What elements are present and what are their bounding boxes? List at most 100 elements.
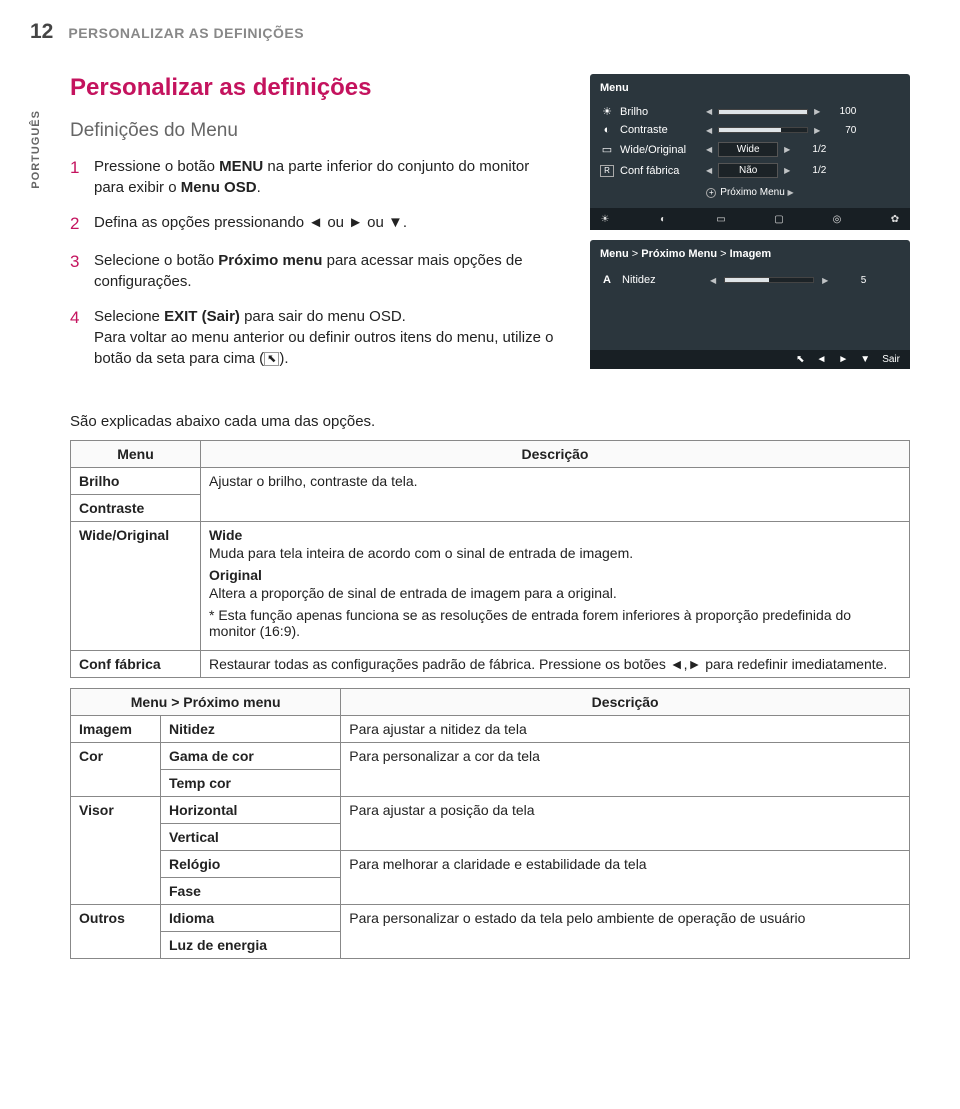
menu-button-label: MENU [219, 158, 263, 175]
sub-tempcor: Temp cor [161, 769, 341, 796]
brightness-icon: ☀ [600, 105, 614, 118]
step-number: 4 [70, 306, 84, 369]
osd-submenu-panel: Menu > Próximo Menu > Imagem A Nitidez ◀… [590, 240, 910, 369]
osd-slider[interactable] [718, 109, 808, 115]
sub-luz: Luz de energia [161, 931, 341, 958]
left-arrow-icon: ◀ [710, 276, 716, 285]
step-text: Selecione [94, 308, 164, 325]
brightness-desc: Ajustar o brilho, contraste da tela. [201, 467, 910, 521]
osd-slider[interactable] [724, 277, 814, 283]
step-text: para sair do menu OSD. [240, 308, 406, 325]
left-arrow-icon: ◀ [706, 107, 712, 116]
sub-nitidez: Nitidez [161, 715, 341, 742]
down-arrow-icon[interactable]: ▼ [860, 354, 870, 365]
row-wide-original: Wide/Original [71, 521, 201, 650]
contrast-icon: ◐ [600, 124, 614, 136]
step-text: Selecione o botão [94, 252, 218, 269]
desc-outros: Para personalizar o estado da tela pelo … [341, 904, 910, 958]
original-text: Altera a proporção de sinal de entrada d… [209, 585, 901, 601]
contrast-icon[interactable]: ◐ [654, 212, 672, 226]
desc-imagem: Para ajustar a nitidez da tela [341, 715, 910, 742]
select-icon[interactable]: ▢ [770, 212, 788, 226]
osd-value: 70 [826, 125, 856, 136]
language-tab: PORTUGUÊS [30, 110, 42, 189]
osd-bottom-nav: ☀ ◐ ▭ ▢ ◎ ✿ [590, 208, 910, 230]
reset-icon: R [600, 165, 614, 177]
sub-gama: Gama de cor [161, 742, 341, 769]
osd-menu-panel: Menu ☀ Brilho ◀ ▶ 100 ◐ Contraste ◀ ▶ 70… [590, 74, 910, 230]
menu-description-table: Menu Descrição Brilho Ajustar o brilho, … [70, 440, 910, 678]
osd-label: Wide/Original [620, 144, 700, 156]
crumb-b: Próximo Menu [641, 248, 717, 260]
step-number: 1 [70, 156, 84, 198]
brightness-icon[interactable]: ☀ [596, 212, 614, 226]
page-header: 12 PERSONALIZAR AS DEFINIÇÕES [30, 20, 910, 44]
osd-pill[interactable]: Wide [718, 142, 778, 157]
wide-text: Muda para tela inteira de acordo com o s… [209, 545, 901, 561]
right-arrow-icon: ▶ [814, 107, 820, 116]
target-icon[interactable]: ◎ [828, 212, 846, 226]
step-text: ). [279, 350, 288, 367]
osd-label: Nitidez [622, 274, 702, 286]
th-desc: Descrição [341, 688, 910, 715]
left-arrow-icon: ◀ [706, 166, 712, 175]
cat-visor: Visor [71, 796, 161, 904]
osd-pill[interactable]: Não [718, 163, 778, 178]
osd-value: 1/2 [796, 144, 826, 155]
osd-row-brightness: ☀ Brilho ◀ ▶ 100 [600, 102, 900, 121]
osd-name: Menu OSD [181, 179, 257, 196]
osd-slider[interactable] [718, 127, 808, 133]
left-arrow-icon: ◀ [706, 145, 712, 154]
th-menu: Menu [71, 440, 201, 467]
osd-row-contrast: ◐ Contraste ◀ ▶ 70 [600, 121, 900, 139]
aspect-icon: ▭ [600, 143, 614, 156]
osd-row-reset: R Conf fábrica ◀ Não ▶ 1/2 [600, 160, 900, 181]
desc-cor: Para personalizar a cor da tela [341, 742, 910, 796]
crumb-c: Imagem [730, 248, 772, 260]
desc-claridade: Para melhorar a claridade e estabilidade… [341, 850, 910, 904]
button-label: EXIT (Sair) [164, 308, 240, 325]
osd-next-menu[interactable]: + Próximo Menu ▶ [600, 187, 900, 198]
sub-idioma: Idioma [161, 904, 341, 931]
plus-icon: + [706, 188, 716, 198]
next-menu-label: Próximo Menu [720, 187, 784, 198]
step-3: 3 Selecione o botão Próximo menu para ac… [70, 250, 560, 292]
sub-vertical: Vertical [161, 823, 341, 850]
step-2: 2 Defina as opções pressionando ◄ ou ► o… [70, 212, 560, 236]
osd-nav-buttons: ⬉ ◄ ► ▼ Sair [590, 350, 910, 369]
osd-label: Brilho [620, 106, 700, 118]
sharpness-icon: A [600, 274, 614, 286]
gear-icon[interactable]: ✿ [886, 212, 904, 226]
th-menu: Menu > Próximo menu [71, 688, 341, 715]
left-arrow-icon[interactable]: ◄ [816, 354, 826, 365]
submenu-description-table: Menu > Próximo menu Descrição Imagem Nit… [70, 688, 910, 959]
page-title: Personalizar as definições [70, 74, 560, 102]
osd-value: 1/2 [796, 165, 826, 176]
sub-relogio: Relógio [161, 850, 341, 877]
osd-title: Menu [600, 82, 900, 94]
wide-desc: Wide Muda para tela inteira de acordo co… [201, 521, 910, 650]
page-number: 12 [30, 20, 53, 44]
osd-row-wide: ▭ Wide/Original ◀ Wide ▶ 1/2 [600, 139, 900, 160]
exit-button[interactable]: Sair [882, 354, 900, 365]
right-arrow-icon: ▶ [788, 188, 794, 197]
crumb-a: Menu [600, 248, 629, 260]
step-1: 1 Pressione o botão MENU na parte inferi… [70, 156, 560, 198]
cat-cor: Cor [71, 742, 161, 796]
up-arrow-icon: ⬉ [264, 352, 279, 366]
row-conf-fabrica: Conf fábrica [71, 650, 201, 677]
row-contraste: Contraste [71, 494, 201, 521]
th-desc: Descrição [201, 440, 910, 467]
step-text: Para voltar ao menu anterior ou definir … [94, 329, 553, 367]
up-arrow-icon[interactable]: ⬉ [796, 354, 804, 365]
osd-value: 5 [836, 275, 866, 286]
wide-heading: Wide [209, 527, 901, 543]
section-title: PERSONALIZAR AS DEFINIÇÕES [68, 25, 304, 41]
cat-imagem: Imagem [71, 715, 161, 742]
right-arrow-icon[interactable]: ► [838, 354, 848, 365]
right-arrow-icon: ▶ [822, 276, 828, 285]
lead-text: São explicadas abaixo cada uma das opçõe… [70, 413, 910, 430]
sub-horizontal: Horizontal [161, 796, 341, 823]
aspect-icon[interactable]: ▭ [712, 212, 730, 226]
step-number: 3 [70, 250, 84, 292]
